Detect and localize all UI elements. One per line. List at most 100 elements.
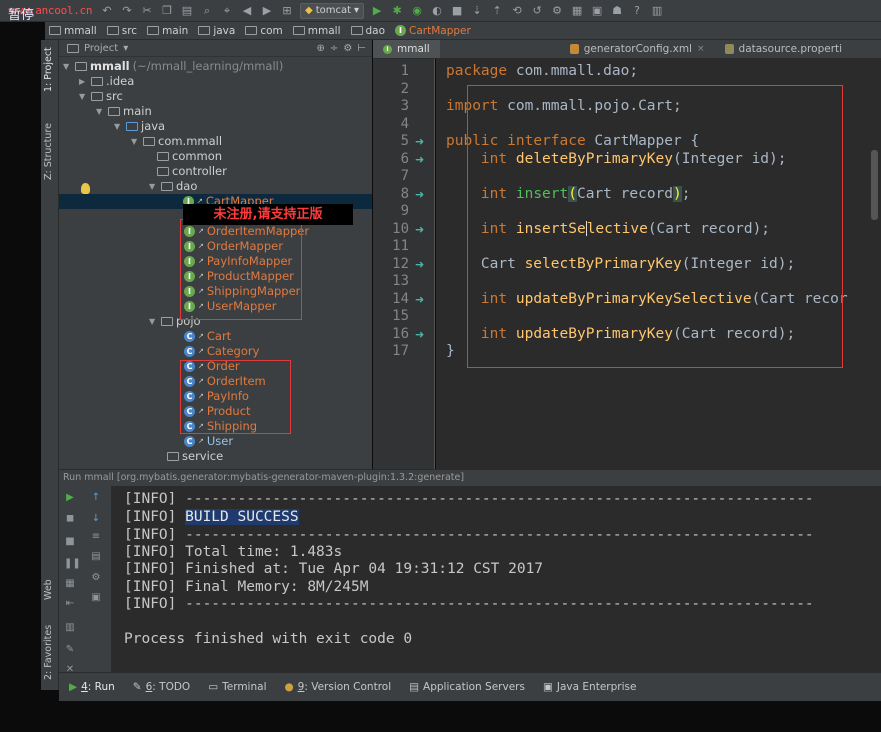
copy-icon[interactable]: ❐	[160, 4, 174, 18]
replace-icon[interactable]: ⌖	[220, 4, 234, 18]
editor-scrollbar[interactable]	[871, 150, 878, 220]
run-icon[interactable]: ▶	[370, 4, 384, 18]
settings-icon[interactable]: ⚙	[550, 4, 564, 18]
implemented-arrow-icon[interactable]: ➜	[415, 221, 424, 238]
tree-node-service[interactable]: service	[167, 449, 223, 464]
tree-node-package[interactable]: ▼ com.mmall	[131, 134, 222, 149]
implemented-arrow-icon[interactable]: ➜	[415, 186, 424, 203]
breadcrumb-item[interactable]: src	[106, 25, 137, 37]
expand-arrow-icon[interactable]: ▼	[79, 89, 88, 104]
breadcrumb-item[interactable]: I CartMapper	[395, 25, 471, 37]
run-console[interactable]: [INFO] ---------------------------------…	[111, 486, 881, 672]
run-config-select[interactable]: ◆ tomcat ▾	[300, 2, 365, 19]
tree-node-main[interactable]: ▼ main	[96, 104, 152, 119]
dump-icon[interactable]: ▦	[64, 578, 76, 590]
print-icon[interactable]: ▤	[90, 551, 102, 563]
chevron-down-icon[interactable]: ▾	[123, 43, 128, 54]
tree-node-common[interactable]: common	[157, 149, 222, 164]
trash-icon[interactable]: ▣	[90, 592, 102, 604]
paste-icon[interactable]: ▤	[180, 4, 194, 18]
tree-node-cart[interactable]: C ↗ Cart	[184, 329, 231, 344]
implemented-arrow-icon[interactable]: ➜	[415, 256, 424, 273]
breadcrumb-item[interactable]: mmall	[292, 25, 341, 37]
build-icon[interactable]: ⊞	[280, 4, 294, 18]
back-icon[interactable]: ◀	[240, 4, 254, 18]
implemented-arrow-icon[interactable]: ➜	[415, 151, 424, 168]
expand-arrow-icon[interactable]: ▼	[63, 59, 72, 74]
debug-icon[interactable]: ✱	[390, 4, 404, 18]
intention-bulb-icon[interactable]	[81, 183, 90, 194]
expand-arrow-icon[interactable]: ▼	[96, 104, 105, 119]
exit-icon[interactable]: ⇤	[64, 598, 76, 610]
stop-run-icon[interactable]: ■	[64, 536, 76, 548]
expand-arrow-icon[interactable]: ▼	[149, 179, 158, 194]
tree-node-root[interactable]: ▼ mmall (~/mmall_learning/mmall)	[63, 59, 283, 74]
profile-icon[interactable]: ◐	[430, 4, 444, 18]
pin-icon[interactable]: ✎	[64, 644, 76, 656]
tool-window-run[interactable]: ▶ 4: Run	[69, 681, 115, 693]
cut-icon[interactable]: ✂	[140, 4, 154, 18]
project-panel-title[interactable]: Project	[84, 43, 118, 54]
close-icon[interactable]: ×	[697, 44, 705, 54]
tool-window-todo[interactable]: ✎ 6: TODO	[133, 681, 190, 693]
stop-icon[interactable]: ■	[450, 4, 464, 18]
forward-icon[interactable]: ▶	[260, 4, 274, 18]
expand-arrow-icon[interactable]: ▼	[131, 134, 140, 149]
tree-node-idea[interactable]: ▶ .idea	[79, 74, 134, 89]
vcs-commit-icon[interactable]: ⇡	[490, 4, 504, 18]
implemented-arrow-icon[interactable]: ➜	[415, 291, 424, 308]
server-icon[interactable]: ▥	[650, 4, 664, 18]
tool-window-favorites[interactable]: 2: Favorites	[43, 625, 54, 680]
pause-icon[interactable]: ❚❚	[64, 558, 81, 570]
collapse-icon[interactable]: ÷	[330, 43, 338, 54]
tree-node-dao[interactable]: ▼ dao	[149, 179, 197, 194]
help-icon[interactable]: ?	[630, 4, 644, 18]
breadcrumb-item[interactable]: java	[198, 25, 235, 37]
redo-icon[interactable]: ↷	[120, 4, 134, 18]
sdk-icon[interactable]: ▣	[590, 4, 604, 18]
tool-window-project[interactable]: 1: Project	[43, 47, 54, 92]
tree-node-src[interactable]: ▼ src	[79, 89, 123, 104]
undo-icon[interactable]: ↶	[100, 4, 114, 18]
project-structure-icon[interactable]: ▦	[570, 4, 584, 18]
tree-node-user[interactable]: C ↗ User	[184, 434, 233, 449]
hide-icon[interactable]: ⊢	[357, 43, 366, 54]
soft-wrap-icon[interactable]: ≡	[90, 531, 102, 543]
tab-cartmapper[interactable]: Immall	[373, 40, 440, 58]
tool-window-structure[interactable]: Z: Structure	[43, 123, 54, 180]
implemented-arrow-icon[interactable]: ➜	[415, 133, 424, 150]
tab-generatorconfig[interactable]: generatorConfig.xml ×	[560, 40, 715, 58]
expand-arrow-icon[interactable]: ▼	[149, 314, 158, 329]
vcs-revert-icon[interactable]: ↺	[530, 4, 544, 18]
scroll-down-icon[interactable]: ↓	[90, 513, 102, 525]
coverage-icon[interactable]: ◉	[410, 4, 424, 18]
expand-arrow-icon[interactable]: ▼	[114, 119, 123, 134]
tool-window-application-servers[interactable]: ▤ Application Servers	[409, 681, 525, 693]
find-icon[interactable]: ⌕	[200, 4, 214, 18]
rerun-icon[interactable]: ▶	[64, 492, 76, 504]
tool-window-terminal[interactable]: ▭ Terminal	[208, 681, 266, 693]
tab-datasource[interactable]: datasource.properti	[715, 40, 853, 58]
settings-icon[interactable]: ⚙	[90, 572, 102, 584]
breadcrumb-item[interactable]: main	[147, 25, 188, 37]
code-text: }	[446, 343, 455, 359]
breadcrumb-item[interactable]: dao	[350, 25, 385, 37]
tree-node-category[interactable]: C ↗ Category	[184, 344, 259, 359]
vcs-update-icon[interactable]: ⇣	[470, 4, 484, 18]
gear-icon[interactable]: ⚙	[343, 43, 352, 54]
implemented-arrow-icon[interactable]: ➜	[415, 326, 424, 343]
breadcrumb-item[interactable]: mmall	[49, 25, 97, 37]
vcs-history-icon[interactable]: ⟲	[510, 4, 524, 18]
scroll-up-icon[interactable]: ↑	[90, 492, 102, 504]
tool-window-java-enterprise[interactable]: ▣ Java Enterprise	[543, 681, 636, 693]
tree-node-controller[interactable]: controller	[157, 164, 227, 179]
layout-icon[interactable]: ▥	[64, 622, 76, 634]
expand-arrow-icon[interactable]: ▶	[79, 74, 88, 89]
android-icon[interactable]: ☗	[610, 4, 624, 18]
sync-icon[interactable]: ⊕	[317, 43, 325, 54]
stop-icon[interactable]: ◼	[64, 513, 76, 525]
breadcrumb-item[interactable]: com	[245, 25, 283, 37]
tool-window-web[interactable]: Web	[43, 579, 54, 600]
tree-node-java[interactable]: ▼ java	[114, 119, 165, 134]
tool-window-version-control[interactable]: ● 9: Version Control	[284, 681, 391, 693]
